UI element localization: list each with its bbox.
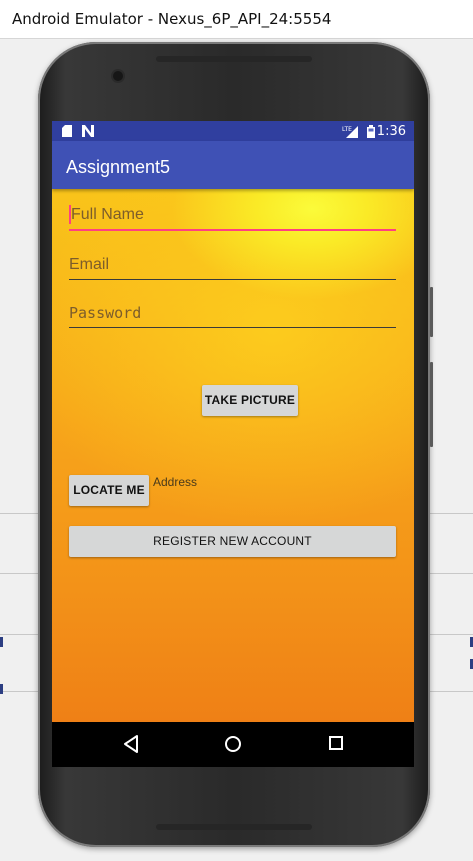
full-name-placeholder: Full Name	[71, 206, 144, 223]
locate-me-label: LOCATE ME	[73, 483, 145, 497]
email-field[interactable]: Email	[69, 249, 396, 280]
device-screen: LTE 1:36 Assignment5 Full Name Email Pas…	[52, 121, 414, 767]
email-placeholder: Email	[69, 256, 110, 273]
sd-card-icon	[62, 125, 72, 137]
host-mark	[0, 637, 3, 647]
recents-icon[interactable]	[328, 735, 344, 751]
form-content: Full Name Email Password TAKE PICTURE LO…	[52, 189, 414, 722]
bottom-speaker	[156, 824, 312, 830]
app-title: Assignment5	[66, 157, 171, 177]
navigation-bar	[52, 722, 414, 767]
password-field[interactable]: Password	[69, 297, 396, 328]
home-icon[interactable]	[224, 735, 242, 753]
password-placeholder: Password	[69, 304, 142, 322]
register-label: REGISTER NEW ACCOUNT	[153, 534, 312, 548]
volume-button[interactable]	[430, 362, 433, 447]
window-title: Android Emulator - Nexus_6P_API_24:5554	[12, 10, 332, 28]
front-camera	[113, 71, 123, 81]
full-name-field[interactable]: Full Name	[69, 199, 396, 231]
locate-me-button[interactable]: LOCATE ME	[69, 475, 149, 506]
address-text: Address	[153, 475, 198, 489]
emulator-title-bar: Android Emulator - Nexus_6P_API_24:5554	[0, 0, 473, 39]
register-new-account-button[interactable]: REGISTER NEW ACCOUNT	[69, 526, 396, 557]
battery-icon	[367, 125, 375, 138]
svg-text:LTE: LTE	[342, 126, 352, 133]
phone-frame: LTE 1:36 Assignment5 Full Name Email Pas…	[38, 42, 433, 847]
status-bar: LTE 1:36	[52, 121, 414, 141]
status-time: 1:36	[376, 124, 406, 139]
back-icon[interactable]	[123, 735, 139, 753]
lte-signal-icon: LTE	[342, 126, 358, 138]
app-bar: Assignment5	[52, 141, 414, 189]
top-speaker	[156, 56, 312, 62]
host-mark	[0, 684, 3, 694]
take-picture-label: TAKE PICTURE	[204, 393, 296, 407]
take-picture-button[interactable]: TAKE PICTURE	[202, 385, 298, 416]
power-button[interactable]	[430, 287, 433, 337]
n-notification-icon	[82, 125, 94, 137]
